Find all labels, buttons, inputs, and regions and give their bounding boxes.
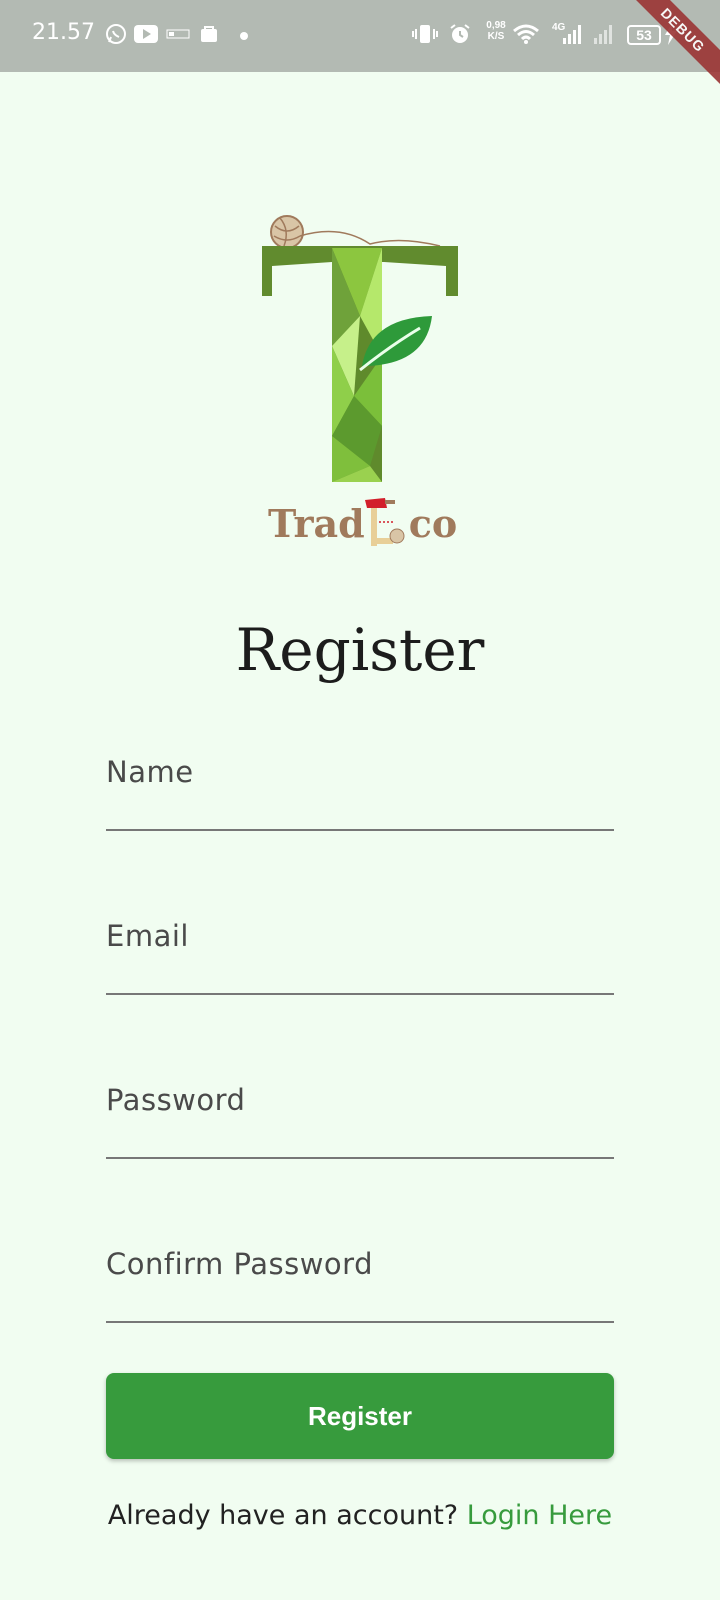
login-prompt: Already have an account? Login Here — [0, 1500, 720, 1531]
register-button[interactable]: Register — [106, 1373, 614, 1459]
signal-icon — [562, 22, 584, 46]
wifi-icon — [512, 22, 540, 46]
signal-2-icon — [593, 22, 615, 46]
confirm-password-field-underline — [106, 1321, 614, 1323]
email-input[interactable] — [106, 909, 618, 995]
status-time: 21.57 — [32, 20, 95, 45]
brand-wordmark: Trad co — [268, 498, 468, 548]
password-input[interactable] — [106, 1073, 618, 1159]
login-link[interactable]: Login Here — [467, 1500, 612, 1531]
notification-dot-icon — [240, 32, 248, 40]
confirm-password-field[interactable]: Confirm Password — [106, 1237, 618, 1323]
brand-hammer-icon — [364, 498, 409, 548]
page-title: Register — [235, 616, 485, 684]
app-icon — [199, 22, 219, 46]
name-field-underline — [106, 829, 614, 831]
vibrate-icon — [412, 22, 438, 46]
confirm-password-input[interactable] — [106, 1237, 618, 1323]
login-prompt-text: Already have an account? — [107, 1500, 467, 1531]
password-field[interactable]: Password — [106, 1073, 618, 1159]
youtube-icon — [134, 22, 158, 46]
net-speed: 0,98 K/S — [481, 20, 511, 42]
battery-indicator: 53 — [627, 25, 661, 45]
alarm-icon — [448, 22, 472, 46]
password-field-underline — [106, 1157, 614, 1159]
name-field[interactable]: Name — [106, 745, 618, 831]
net-speed-value: 0,98 — [486, 20, 506, 31]
brand-name-part1: Trad — [268, 500, 365, 546]
status-bar: 21.57 0,98 K/S 4G 53 — [0, 0, 720, 72]
brand-name-part2: co — [408, 500, 458, 546]
name-input[interactable] — [106, 745, 618, 831]
email-field-underline — [106, 993, 614, 995]
bni-icon — [166, 22, 190, 46]
whatsapp-icon — [104, 22, 128, 46]
net-speed-unit: K/S — [487, 31, 505, 42]
email-field[interactable]: Email — [106, 909, 618, 995]
